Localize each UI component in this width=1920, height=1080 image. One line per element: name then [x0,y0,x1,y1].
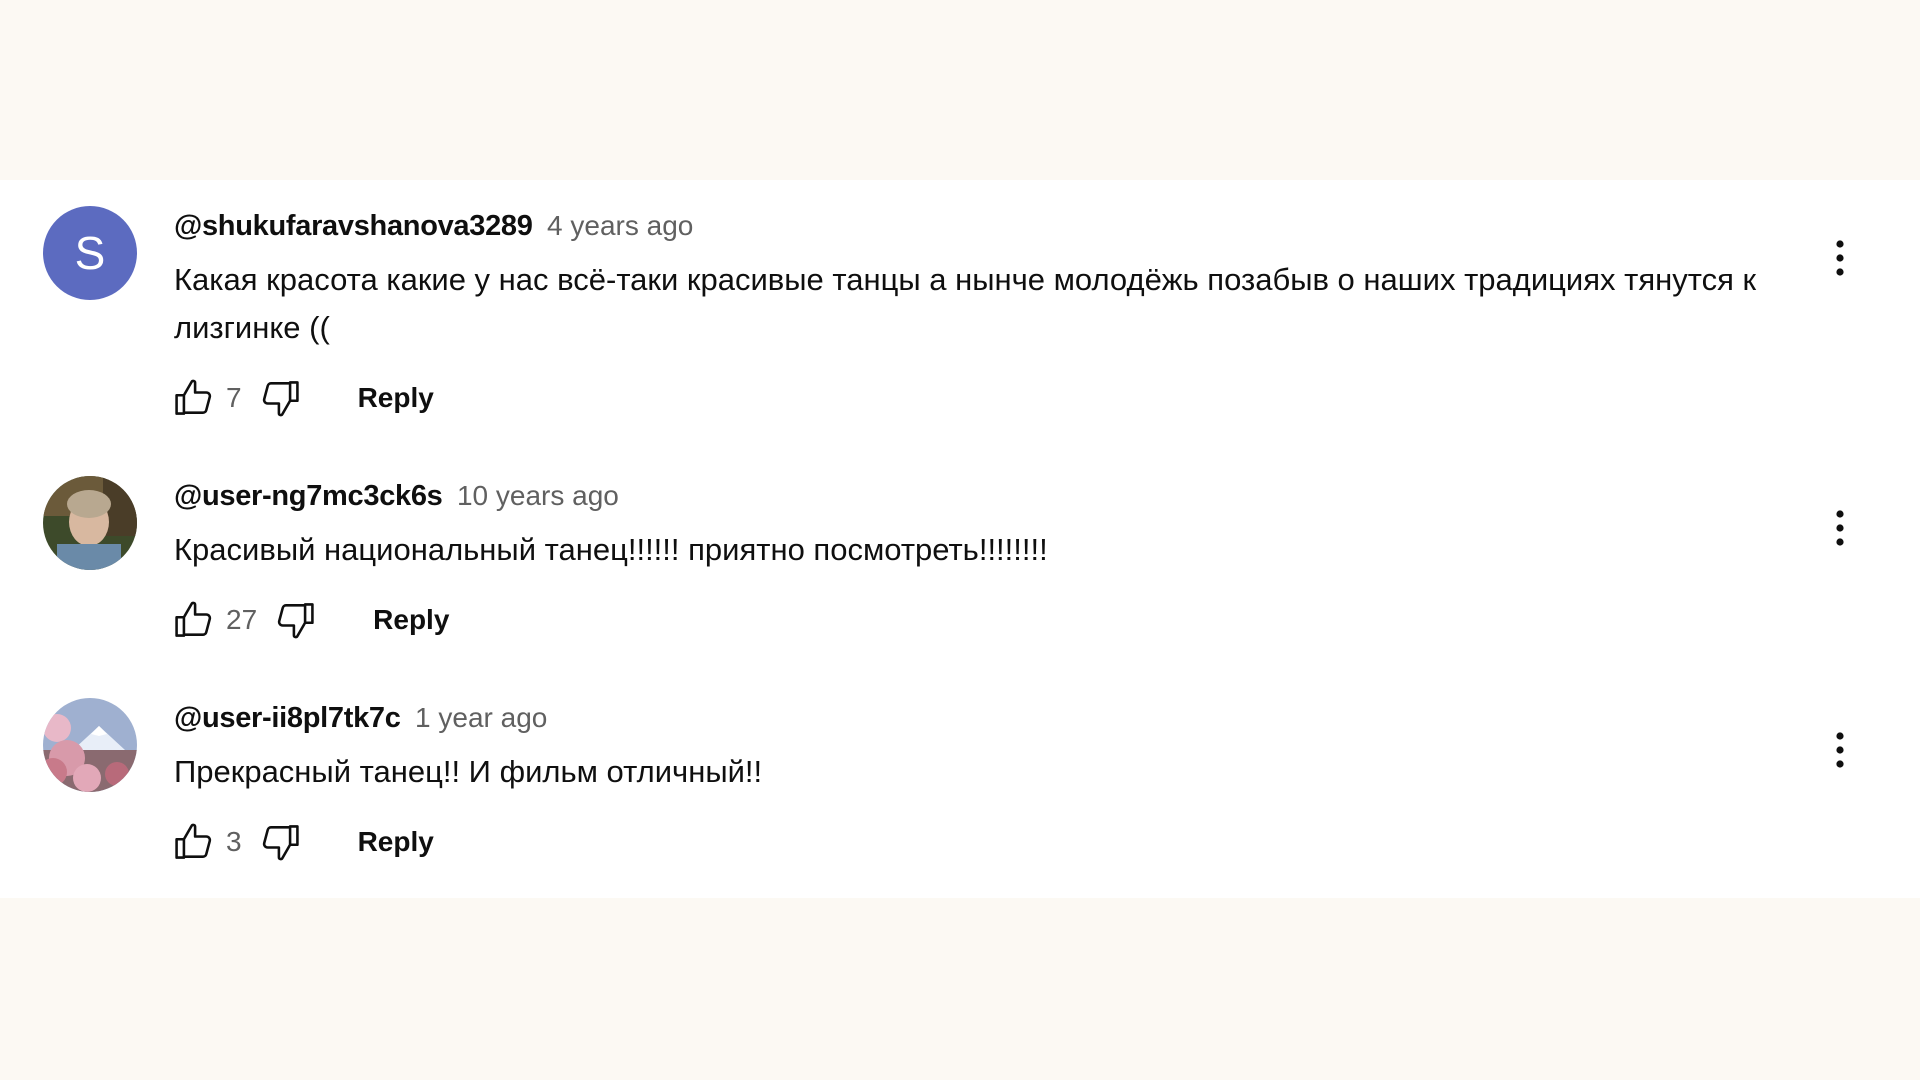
thumb-up-icon [175,823,212,859]
comment-actions: 3 Reply [168,816,446,868]
comment-time[interactable]: 1 year ago [415,702,547,733]
like-button[interactable] [168,816,220,868]
avatar[interactable] [43,698,137,792]
comment-menu-button[interactable] [1820,720,1860,780]
thumb-down-icon [262,825,299,861]
comment-time[interactable]: 10 years ago [457,480,619,511]
comment-actions: 27 Reply [168,594,461,646]
thumb-down-icon [278,603,314,639]
comment-author[interactable]: @user-ii8pl7tk7c [174,702,401,734]
comment-thread: @user-ii8pl7tk7c 1 year ago Прекрасный т… [0,672,1920,872]
comment-text: Красивый национальный танец!!!!!! приятн… [174,532,1048,567]
comment-header: @user-ng7mc3ck6s 10 years ago [174,478,619,514]
dislike-button[interactable] [269,594,321,646]
thumb-up-icon [175,379,212,415]
dislike-button[interactable] [254,372,306,424]
more-vert-icon [1836,510,1844,546]
more-vert-icon [1836,240,1844,276]
thumb-down-icon [262,381,299,417]
comment-header: @shukufaravshanova3289 4 years ago [174,208,693,244]
comment-text: Какая красота какие у нас всё-таки краси… [174,262,1757,345]
more-vert-icon [1836,732,1844,768]
comments-panel: S @shukufaravshanova3289 4 years ago Как… [0,180,1920,898]
comment-thread: S @shukufaravshanova3289 4 years ago Как… [0,180,1920,417]
comment-author[interactable]: @shukufaravshanova3289 [174,210,533,242]
dislike-button[interactable] [254,816,306,868]
like-button[interactable] [168,372,220,424]
comment-thread: @user-ng7mc3ck6s 10 years ago Красивый н… [0,450,1920,650]
avatar[interactable]: S [43,206,137,300]
comment-text: Прекрасный танец!! И фильм отличный!! [174,754,763,789]
comment-header: @user-ii8pl7tk7c 1 year ago [174,700,547,736]
user-photo-avatar [43,698,137,792]
comment-menu-button[interactable] [1820,228,1860,288]
like-count: 7 [226,382,242,413]
comment-time[interactable]: 4 years ago [547,210,693,241]
avatar[interactable] [43,476,137,570]
comment-author[interactable]: @user-ng7mc3ck6s [174,480,443,512]
reply-button[interactable]: Reply [346,818,446,866]
like-button[interactable] [168,594,220,646]
user-photo-avatar [43,476,137,570]
thumb-up-icon [175,601,212,637]
reply-button[interactable]: Reply [346,374,446,422]
reply-button[interactable]: Reply [361,596,461,644]
like-count: 3 [226,826,242,857]
comment-actions: 7 Reply [168,372,446,424]
like-count: 27 [226,604,258,635]
comment-menu-button[interactable] [1820,498,1860,558]
avatar-letter: S [74,227,106,279]
